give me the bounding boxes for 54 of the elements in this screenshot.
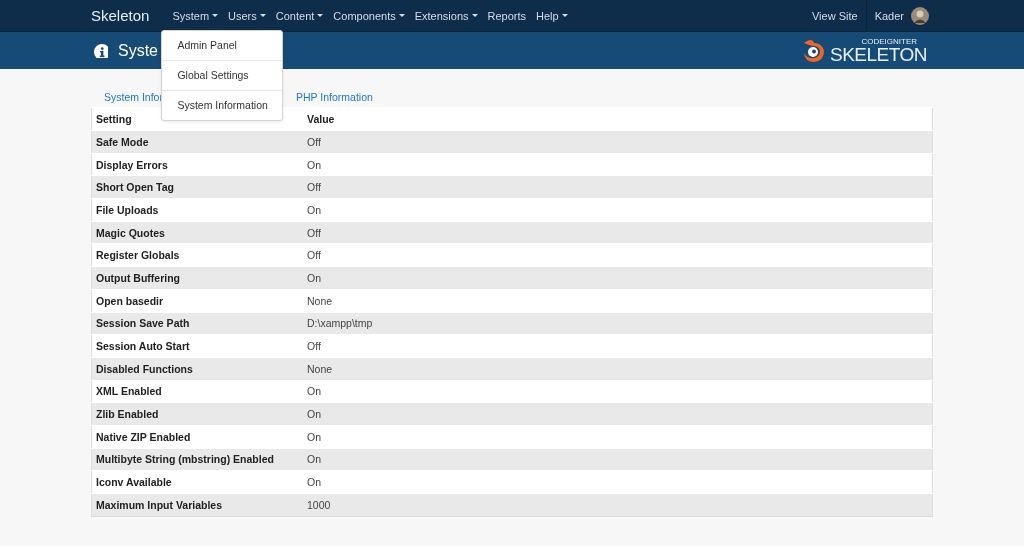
- table-cell: On: [303, 266, 933, 290]
- table-cell: Short Open Tag: [91, 175, 303, 199]
- table-cell: Off: [303, 221, 933, 244]
- menu-item[interactable]: Global Settings: [162, 60, 283, 90]
- eye-logo-icon: [801, 38, 826, 63]
- table-cell: Safe Mode: [91, 130, 303, 154]
- table-cell: Maximum Input Variables: [91, 493, 303, 517]
- nav-menu-item[interactable]: Extensions: [409, 9, 483, 22]
- table-cell: On: [303, 198, 933, 222]
- nav-menu-item[interactable]: Reports: [482, 9, 532, 22]
- table-cell: Output Buffering: [91, 266, 303, 290]
- table-cell: None: [303, 289, 933, 312]
- table-cell: D:\xampp\tmp: [303, 312, 933, 335]
- avatar-icon: [911, 6, 929, 25]
- brand-link[interactable]: Skeleton: [91, 7, 150, 24]
- nav-menu-item[interactable]: Components: [328, 9, 410, 22]
- table-cell: On: [303, 402, 933, 426]
- table-cell: Native ZIP Enabled: [91, 425, 303, 449]
- table-cell: Register Globals: [91, 243, 303, 267]
- nav-menu-item[interactable]: System: [167, 9, 224, 22]
- nav-menu-item[interactable]: Users: [223, 9, 271, 22]
- logo-wordmark: SKELETON: [829, 44, 927, 64]
- table-cell: On: [303, 153, 933, 176]
- table-cell: None: [303, 357, 933, 381]
- table-cell: Off: [303, 243, 933, 267]
- table-cell: Off: [303, 130, 933, 154]
- page-title: Syste: [118, 41, 158, 60]
- table-cell: Zlib Enabled: [91, 402, 303, 426]
- nav-menu-item[interactable]: Help: [531, 9, 573, 22]
- user-menu[interactable]: Kader: [866, 6, 933, 25]
- nav-menu-item[interactable]: Content: [270, 9, 329, 22]
- view-site-link[interactable]: View Site: [807, 0, 867, 31]
- table-cell: Disabled Functions: [91, 357, 303, 381]
- table-cell: Open basedir: [91, 289, 303, 312]
- table-cell: Display Errors: [91, 153, 303, 176]
- column-header: Value: [303, 107, 933, 131]
- table-cell: Magic Quotes: [91, 221, 303, 244]
- menu-item[interactable]: Admin Panel: [162, 30, 283, 60]
- table-cell: Session Auto Start: [91, 334, 303, 358]
- table-cell: On: [303, 425, 933, 449]
- logo-subtitle: CODEIGNITER: [861, 37, 917, 46]
- table-cell: On: [303, 470, 933, 494]
- table-cell: Off: [303, 175, 933, 199]
- table-cell: On: [303, 448, 933, 471]
- info-icon: [94, 43, 108, 58]
- table-cell: XML Enabled: [91, 380, 303, 403]
- table-cell: 1000: [303, 493, 933, 517]
- tab[interactable]: PHP Information: [296, 91, 373, 103]
- table-cell: Multibyte String (mbstring) Enabled: [91, 448, 303, 471]
- table-cell: File Uploads: [91, 198, 303, 222]
- table-cell: Session Save Path: [91, 312, 303, 335]
- table-cell: Iconv Available: [91, 470, 303, 494]
- table-cell: On: [303, 380, 933, 403]
- table-cell: Off: [303, 334, 933, 358]
